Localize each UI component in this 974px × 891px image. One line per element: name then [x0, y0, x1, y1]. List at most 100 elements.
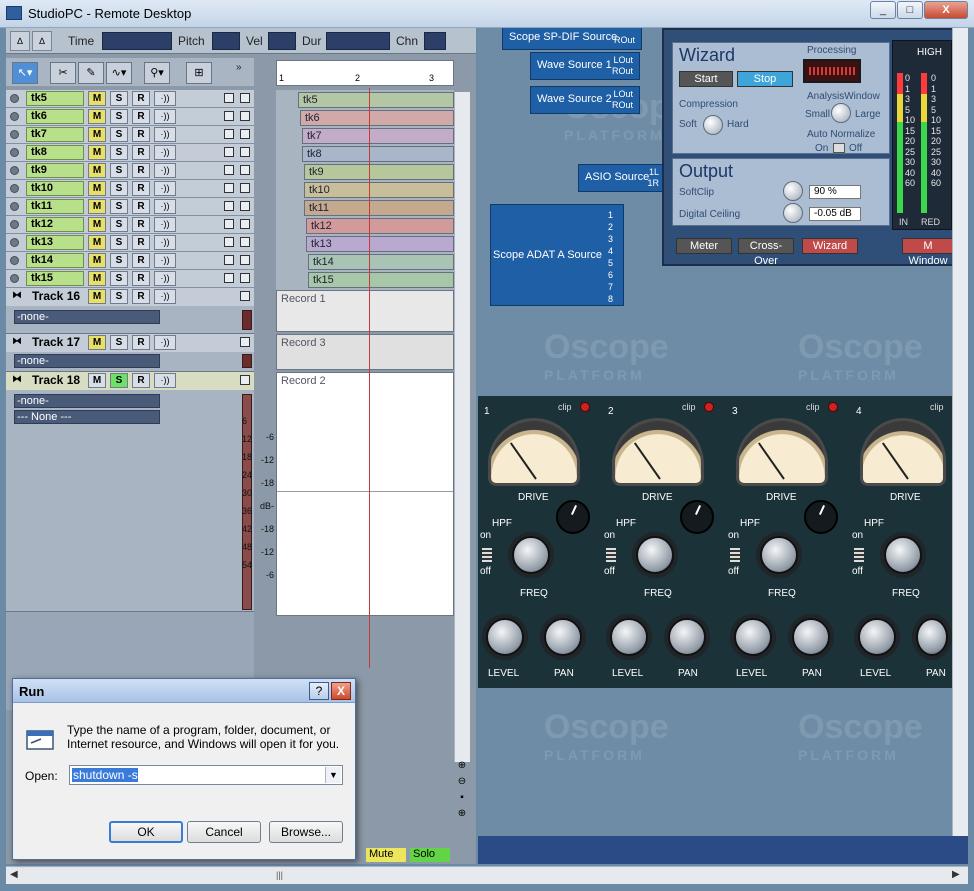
zoom-fit-icon[interactable]: ▪ [454, 790, 470, 806]
scissors-tool-icon[interactable]: ✂ [50, 62, 76, 84]
select-tool-icon[interactable]: ↖▾ [12, 62, 38, 84]
maximize-track-icon[interactable] [240, 183, 250, 193]
restore-icon[interactable] [224, 93, 234, 103]
track-record-arm-icon[interactable] [10, 238, 19, 247]
crossover-button[interactable]: Cross-Over [738, 238, 794, 267]
track-record-arm-icon[interactable] [10, 130, 19, 139]
record-button[interactable]: R [132, 335, 150, 350]
fx-button[interactable]: ·)) [154, 271, 176, 286]
asio-source-module[interactable]: ASIO Source 1L 1R [578, 164, 666, 192]
ok-button[interactable]: OK [109, 821, 183, 843]
clip[interactable]: tk7 [302, 128, 454, 144]
track-record-arm-icon[interactable] [10, 256, 19, 265]
digital-ceiling-knob[interactable] [783, 203, 803, 223]
stop-button[interactable]: Stop [737, 71, 793, 87]
mute-button[interactable]: M [88, 181, 106, 196]
wizard-button[interactable]: Wizard [802, 238, 858, 254]
solo-button[interactable]: S [110, 127, 128, 142]
freq-knob[interactable] [760, 536, 798, 574]
record-button[interactable]: R [132, 217, 150, 232]
track-record-arm-icon[interactable] [10, 166, 19, 175]
close-button[interactable]: X [924, 1, 968, 19]
restore-icon[interactable] [224, 165, 234, 175]
fx-button[interactable]: ·)) [154, 181, 176, 196]
track-name[interactable]: tk7 [26, 127, 84, 142]
maximize-track-icon[interactable] [240, 291, 250, 301]
track-row[interactable]: tk7 M S R ·)) [6, 126, 254, 144]
audio-track[interactable]: ⧓ Track 16 M S R ·)) -none- [6, 288, 254, 334]
solo-button[interactable]: S [110, 271, 128, 286]
drive-knob[interactable] [556, 500, 590, 534]
record-button[interactable]: R [132, 163, 150, 178]
clip[interactable]: tk9 [304, 164, 454, 180]
fx-button[interactable]: ·)) [154, 235, 176, 250]
dur-field[interactable] [326, 32, 390, 50]
track-name[interactable]: tk5 [26, 91, 84, 106]
track-row[interactable]: tk5 M S R ·)) [6, 90, 254, 108]
clip[interactable]: tk11 [304, 200, 454, 216]
maximize-track-icon[interactable] [240, 201, 250, 211]
drive-knob[interactable] [804, 500, 838, 534]
wave-source-2-module[interactable]: Wave Source 2 LOut ROut [530, 86, 640, 114]
track-name[interactable]: tk6 [26, 109, 84, 124]
pan-knob[interactable] [544, 618, 582, 656]
record-button[interactable]: R [132, 145, 150, 160]
restore-icon[interactable] [224, 147, 234, 157]
window-titlebar[interactable]: StudioPC - Remote Desktop _ □ X [0, 0, 974, 28]
mute-status[interactable]: Mute [366, 848, 406, 862]
record-button[interactable]: R [132, 91, 150, 106]
solo-status[interactable]: Solo [410, 848, 450, 862]
solo-button[interactable]: S [110, 199, 128, 214]
track-header[interactable]: ⧓ Track 16 M S R ·)) [6, 288, 254, 306]
softclip-value[interactable]: 90 % [809, 185, 861, 199]
record-button[interactable]: R [132, 373, 150, 388]
restore-icon[interactable] [224, 129, 234, 139]
track-vertical-scrollbar[interactable] [454, 92, 470, 762]
solo-button[interactable]: S [110, 181, 128, 196]
track-row[interactable]: tk11 M S R ·)) [6, 198, 254, 216]
start-button[interactable]: Start [679, 71, 733, 87]
time-field[interactable] [102, 32, 172, 50]
record-button[interactable]: R [132, 199, 150, 214]
pitch-field[interactable] [212, 32, 240, 50]
track-name[interactable]: Track 17 [32, 335, 80, 349]
clip[interactable]: tk5 [298, 92, 454, 108]
open-combobox[interactable]: ▼ [69, 765, 343, 785]
maximize-track-icon[interactable] [240, 111, 250, 121]
scroll-right-icon[interactable]: ▶ [952, 869, 960, 880]
chn-field[interactable] [424, 32, 446, 50]
pan-knob[interactable] [916, 618, 948, 656]
maximize-track-icon[interactable] [240, 255, 250, 265]
input-select[interactable]: -none- [14, 394, 160, 408]
track-name[interactable]: tk9 [26, 163, 84, 178]
playhead[interactable] [369, 88, 370, 668]
fx-button[interactable]: ·)) [154, 109, 176, 124]
maximize-track-icon[interactable] [240, 237, 250, 247]
vel-field[interactable] [268, 32, 296, 50]
record-button[interactable]: R [132, 181, 150, 196]
track-name[interactable]: tk13 [26, 235, 84, 250]
maximize-track-icon[interactable] [240, 93, 250, 103]
chevron-down-icon[interactable]: ▼ [325, 767, 341, 783]
track-row[interactable]: tk14 M S R ·)) [6, 252, 254, 270]
restore-icon[interactable] [224, 219, 234, 229]
restore-icon[interactable] [224, 183, 234, 193]
track-record-arm-icon[interactable] [10, 184, 19, 193]
mute-button[interactable]: M [88, 127, 106, 142]
record-clip[interactable]: Record 3 [276, 334, 454, 370]
track-name[interactable]: tk10 [26, 181, 84, 196]
mute-button[interactable]: M [88, 91, 106, 106]
snap-grid-icon[interactable]: ⊞ [186, 62, 212, 84]
clip[interactable]: tk6 [300, 110, 454, 126]
solo-button[interactable]: S [110, 373, 128, 388]
zoom-in-icon[interactable]: ⊕ [454, 758, 470, 774]
zoom-tool-icon[interactable]: ⚲▾ [144, 62, 170, 84]
hpf-switch[interactable] [482, 548, 492, 562]
maximize-track-icon[interactable] [240, 375, 250, 385]
track-name[interactable]: Track 18 [32, 373, 80, 387]
input-select[interactable]: -none- [14, 354, 160, 368]
softclip-knob[interactable] [783, 181, 803, 201]
mute-button[interactable]: M [88, 253, 106, 268]
track-record-arm-icon[interactable] [10, 220, 19, 229]
restore-icon[interactable] [224, 111, 234, 121]
